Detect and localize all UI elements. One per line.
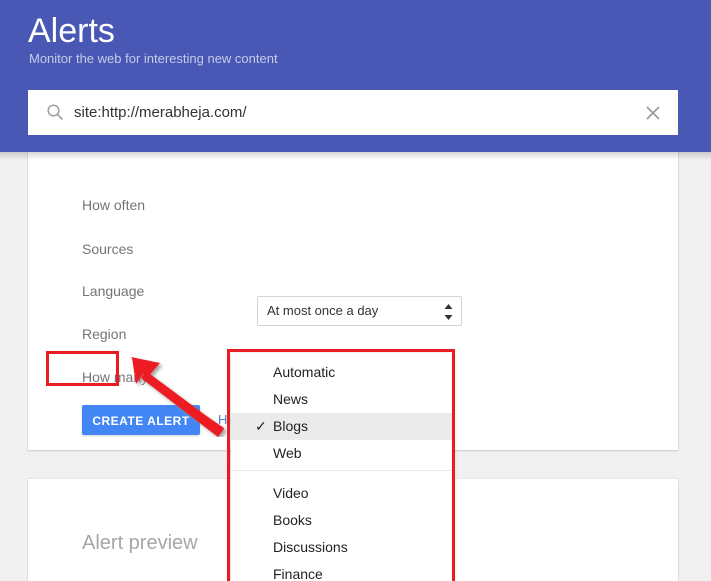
check-icon: ✓ xyxy=(255,418,267,434)
how-often-select-value: At most once a day xyxy=(267,303,379,318)
alerts-page: How often Sources Language Region How ma… xyxy=(0,0,711,581)
page-gutter-right xyxy=(683,152,711,581)
menu-item-video[interactable]: Video xyxy=(231,480,452,507)
option-label-how-many: How many xyxy=(82,369,149,385)
page-gutter-left xyxy=(0,152,28,581)
menu-item-web[interactable]: Web xyxy=(231,440,452,467)
search-icon xyxy=(46,103,64,121)
menu-item-finance[interactable]: Finance xyxy=(231,561,452,581)
option-label-language: Language xyxy=(82,283,145,299)
close-icon[interactable] xyxy=(644,104,662,122)
menu-item-label: Books xyxy=(273,512,312,528)
page-subtitle: Monitor the web for interesting new cont… xyxy=(29,51,278,66)
menu-item-label: News xyxy=(273,391,309,407)
menu-item-discussions[interactable]: Discussions xyxy=(231,534,452,561)
option-label-region: Region xyxy=(82,326,127,342)
search-input[interactable]: site:http://merabheja.com/ xyxy=(74,103,247,123)
updown-arrows-icon xyxy=(444,304,453,320)
alert-search-bar[interactable]: site:http://merabheja.com/ xyxy=(28,90,678,135)
menu-item-automatic[interactable]: Automatic xyxy=(231,359,452,386)
alert-preview-title: Alert preview xyxy=(82,532,198,554)
page-body: How often Sources Language Region How ma… xyxy=(0,152,711,581)
menu-item-label: Automatic xyxy=(273,364,336,380)
menu-item-label: Video xyxy=(273,485,309,501)
option-label-sources[interactable]: Sources xyxy=(82,241,133,257)
menu-item-label: Discussions xyxy=(273,539,348,555)
menu-item-label: Web xyxy=(273,445,302,461)
menu-item-label: Finance xyxy=(273,566,323,581)
how-often-select[interactable]: At most once a day xyxy=(257,296,462,326)
option-label-how-often: How often xyxy=(82,197,146,213)
menu-item-books[interactable]: Books xyxy=(231,507,452,534)
menu-item-news[interactable]: News xyxy=(231,386,452,413)
sources-dropdown-menu[interactable]: Automatic News ✓ Blogs Web Video Books D… xyxy=(231,353,452,581)
menu-item-blogs[interactable]: ✓ Blogs xyxy=(231,413,452,440)
menu-item-label: Blogs xyxy=(273,418,309,434)
menu-separator xyxy=(231,470,452,471)
create-alert-button[interactable]: CREATE ALERT xyxy=(82,405,200,435)
page-title: Alerts xyxy=(28,12,115,50)
app-header: Alerts Monitor the web for interesting n… xyxy=(0,0,711,152)
